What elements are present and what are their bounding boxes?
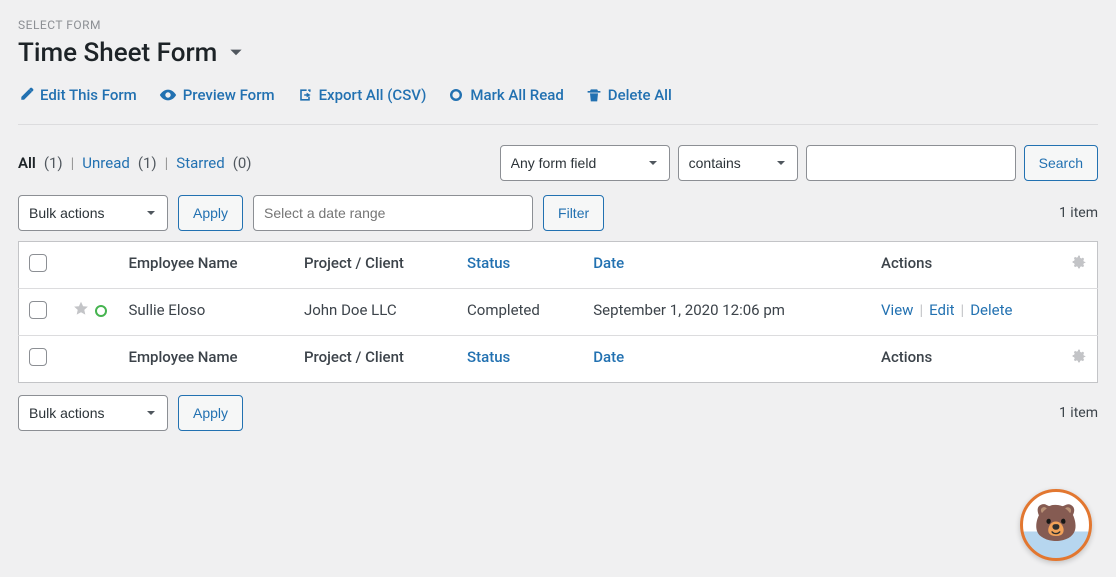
form-switcher-chevron-down-icon[interactable] <box>227 44 245 62</box>
unread-indicator-icon[interactable] <box>95 305 107 317</box>
pencil-icon <box>18 87 34 103</box>
mark-all-read-label: Mark All Read <box>470 86 563 104</box>
row-actions: View | Edit | Delete <box>881 301 1087 319</box>
col-project-header: Project / Client <box>294 242 457 289</box>
delete-all-link[interactable]: Delete All <box>586 86 672 104</box>
separator: | <box>919 301 923 319</box>
bulk-apply-button-top[interactable]: Apply <box>178 195 243 231</box>
item-count-bottom: 1 item <box>1059 405 1098 421</box>
filter-all-count: (1) <box>44 154 63 172</box>
eye-icon <box>159 86 177 104</box>
separator: | <box>961 301 965 319</box>
table-footer-row: Employee Name Project / Client Status Da… <box>19 336 1098 383</box>
edit-form-label: Edit This Form <box>40 86 137 104</box>
delete-all-label: Delete All <box>608 86 672 104</box>
col-date-footer[interactable]: Date <box>583 336 871 383</box>
page-title-row: Time Sheet Form <box>18 38 1098 68</box>
page-title: Time Sheet Form <box>18 38 217 68</box>
trash-icon <box>586 87 602 103</box>
entries-table: Employee Name Project / Client Status Da… <box>18 241 1098 383</box>
gear-icon[interactable] <box>1071 256 1087 274</box>
search-field-select[interactable]: Any form field <box>500 145 670 181</box>
date-range-input[interactable] <box>253 195 533 231</box>
section-label: SELECT FORM <box>18 18 1098 32</box>
bulk-left-bottom: Bulk actions Apply <box>18 395 243 431</box>
edit-entry-link[interactable]: Edit <box>929 301 954 319</box>
entry-state-filters: All (1) | Unread (1) | Starred (0) <box>18 154 252 172</box>
gear-icon[interactable] <box>1071 350 1087 368</box>
bulk-actions-select-bottom[interactable]: Bulk actions <box>18 395 168 431</box>
filter-all-link[interactable]: All <box>18 154 36 172</box>
col-actions-footer: Actions <box>871 336 1061 383</box>
preview-form-label: Preview Form <box>183 86 275 104</box>
filter-unread-link[interactable]: Unread <box>82 154 130 172</box>
bulk-apply-button-bottom[interactable]: Apply <box>178 395 243 431</box>
col-employee-header: Employee Name <box>119 242 294 289</box>
select-all-checkbox-bottom[interactable] <box>29 348 47 366</box>
table-header-row: Employee Name Project / Client Status Da… <box>19 242 1098 289</box>
star-icon[interactable] <box>73 301 89 321</box>
separator: | <box>165 154 169 172</box>
view-entry-link[interactable]: View <box>881 301 913 319</box>
bear-icon: 🐻 <box>1034 505 1079 541</box>
export-icon <box>297 87 313 103</box>
filter-starred-link[interactable]: Starred <box>176 154 224 172</box>
col-date-header[interactable]: Date <box>583 242 871 289</box>
bulk-left-top: Bulk actions Apply Filter <box>18 195 604 231</box>
bulk-row-top: Bulk actions Apply Filter 1 item <box>18 195 1098 231</box>
circle-icon <box>448 87 464 103</box>
filter-unread-count: (1) <box>138 154 157 172</box>
cell-date: September 1, 2020 12:06 pm <box>583 289 871 336</box>
col-project-footer: Project / Client <box>294 336 457 383</box>
select-all-checkbox[interactable] <box>29 254 47 272</box>
search-input[interactable] <box>806 145 1016 181</box>
item-count-top: 1 item <box>1059 205 1098 221</box>
help-mascot-button[interactable]: 🐻 <box>1020 489 1092 561</box>
col-status-header[interactable]: Status <box>457 242 583 289</box>
col-employee-footer: Employee Name <box>119 336 294 383</box>
cell-status: Completed <box>457 289 583 336</box>
search-group: Any form field contains Search <box>500 145 1098 181</box>
action-row: Edit This Form Preview Form Export All (… <box>18 86 1098 125</box>
delete-entry-link[interactable]: Delete <box>970 301 1012 319</box>
filter-starred-count: (0) <box>233 154 252 172</box>
edit-form-link[interactable]: Edit This Form <box>18 86 137 104</box>
export-csv-label: Export All (CSV) <box>319 86 427 104</box>
cell-project: John Doe LLC <box>294 289 457 336</box>
search-operator-select[interactable]: contains <box>678 145 798 181</box>
cell-employee: Sullie Eloso <box>119 289 294 336</box>
preview-form-link[interactable]: Preview Form <box>159 86 275 104</box>
filter-area: All (1) | Unread (1) | Starred (0) Any f… <box>18 145 1098 181</box>
row-indicators <box>73 301 109 321</box>
table-row: Sullie Eloso John Doe LLC Completed Sept… <box>19 289 1098 336</box>
col-status-footer[interactable]: Status <box>457 336 583 383</box>
row-checkbox[interactable] <box>29 301 47 319</box>
col-actions-header: Actions <box>871 242 1061 289</box>
separator: | <box>71 154 75 172</box>
bulk-row-bottom: Bulk actions Apply 1 item <box>18 395 1098 431</box>
bulk-actions-select-top[interactable]: Bulk actions <box>18 195 168 231</box>
export-csv-link[interactable]: Export All (CSV) <box>297 86 427 104</box>
mark-all-read-link[interactable]: Mark All Read <box>448 86 563 104</box>
filter-button[interactable]: Filter <box>543 195 604 231</box>
search-button[interactable]: Search <box>1024 145 1098 181</box>
